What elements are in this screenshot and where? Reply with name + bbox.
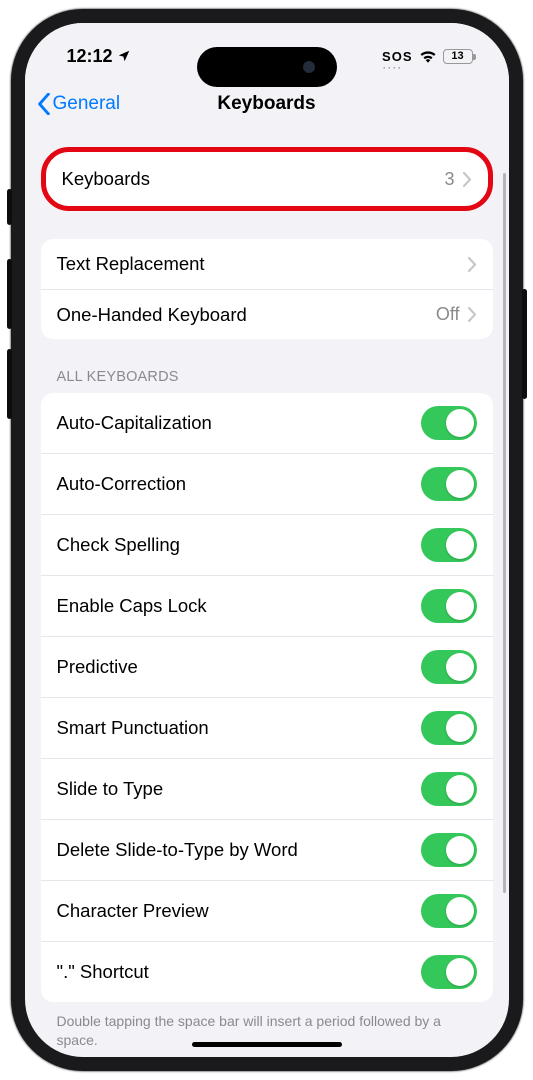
chevron-right-icon (463, 172, 472, 187)
auto-correction-toggle[interactable] (421, 467, 477, 501)
enable-caps-lock-row: Enable Caps Lock (41, 575, 493, 636)
predictive-toggle[interactable] (421, 650, 477, 684)
auto-correction-label: Auto-Correction (57, 473, 187, 495)
period-shortcut-label: "." Shortcut (57, 961, 149, 983)
volume-down-button (7, 349, 12, 419)
slide-to-type-row: Slide to Type (41, 758, 493, 819)
slide-to-type-label: Slide to Type (57, 778, 164, 800)
chevron-right-icon (468, 257, 477, 272)
check-spelling-row: Check Spelling (41, 514, 493, 575)
text-replacement-row[interactable]: Text Replacement (41, 239, 493, 289)
battery-percent: 13 (451, 50, 463, 62)
silent-switch (7, 189, 12, 225)
sos-indicator: SOS (382, 49, 412, 64)
keyboards-row-highlight: Keyboards 3 (41, 147, 493, 211)
back-button[interactable]: General (37, 93, 121, 115)
check-spelling-toggle[interactable] (421, 528, 477, 562)
back-label: General (53, 93, 121, 115)
dynamic-island (197, 47, 337, 87)
enable-caps-lock-toggle[interactable] (421, 589, 477, 623)
delete-slide-toggle[interactable] (421, 833, 477, 867)
keyboards-label: Keyboards (62, 168, 150, 190)
battery-indicator: 13 (443, 49, 473, 64)
all-keyboards-header: ALL KEYBOARDS (57, 369, 477, 385)
one-handed-label: One-Handed Keyboard (57, 304, 247, 326)
phone-frame: 12:12 SOS 13 General (11, 9, 523, 1071)
auto-capitalization-toggle[interactable] (421, 406, 477, 440)
text-group: Text Replacement One-Handed Keyboard Off (41, 239, 493, 339)
predictive-label: Predictive (57, 656, 138, 678)
keyboards-count: 3 (444, 169, 454, 190)
auto-capitalization-row: Auto-Capitalization (41, 393, 493, 453)
location-icon (117, 49, 131, 63)
one-handed-row[interactable]: One-Handed Keyboard Off (41, 289, 493, 339)
power-button (522, 289, 527, 399)
content-scroll[interactable]: Keyboards 3 Text Replacement One-Handed (25, 129, 509, 1057)
auto-correction-row: Auto-Correction (41, 453, 493, 514)
slide-to-type-toggle[interactable] (421, 772, 477, 806)
delete-slide-row: Delete Slide-to-Type by Word (41, 819, 493, 880)
smart-punctuation-label: Smart Punctuation (57, 717, 209, 739)
character-preview-row: Character Preview (41, 880, 493, 941)
all-keyboards-group: Auto-Capitalization Auto-Correction Chec… (41, 393, 493, 1002)
keyboards-row[interactable]: Keyboards 3 (46, 154, 488, 204)
check-spelling-label: Check Spelling (57, 534, 180, 556)
volume-up-button (7, 259, 12, 329)
scrollbar[interactable] (503, 173, 506, 893)
auto-capitalization-label: Auto-Capitalization (57, 412, 212, 434)
character-preview-label: Character Preview (57, 900, 209, 922)
period-shortcut-row: "." Shortcut (41, 941, 493, 1002)
home-indicator[interactable] (192, 1042, 342, 1047)
period-shortcut-toggle[interactable] (421, 955, 477, 989)
chevron-right-icon (468, 307, 477, 322)
smart-punctuation-toggle[interactable] (421, 711, 477, 745)
status-time: 12:12 (67, 46, 113, 67)
delete-slide-label: Delete Slide-to-Type by Word (57, 839, 298, 861)
text-replacement-label: Text Replacement (57, 253, 205, 275)
predictive-row: Predictive (41, 636, 493, 697)
wifi-icon (419, 49, 437, 63)
phone-screen: 12:12 SOS 13 General (25, 23, 509, 1057)
enable-caps-lock-label: Enable Caps Lock (57, 595, 207, 617)
smart-punctuation-row: Smart Punctuation (41, 697, 493, 758)
character-preview-toggle[interactable] (421, 894, 477, 928)
one-handed-value: Off (436, 304, 460, 325)
